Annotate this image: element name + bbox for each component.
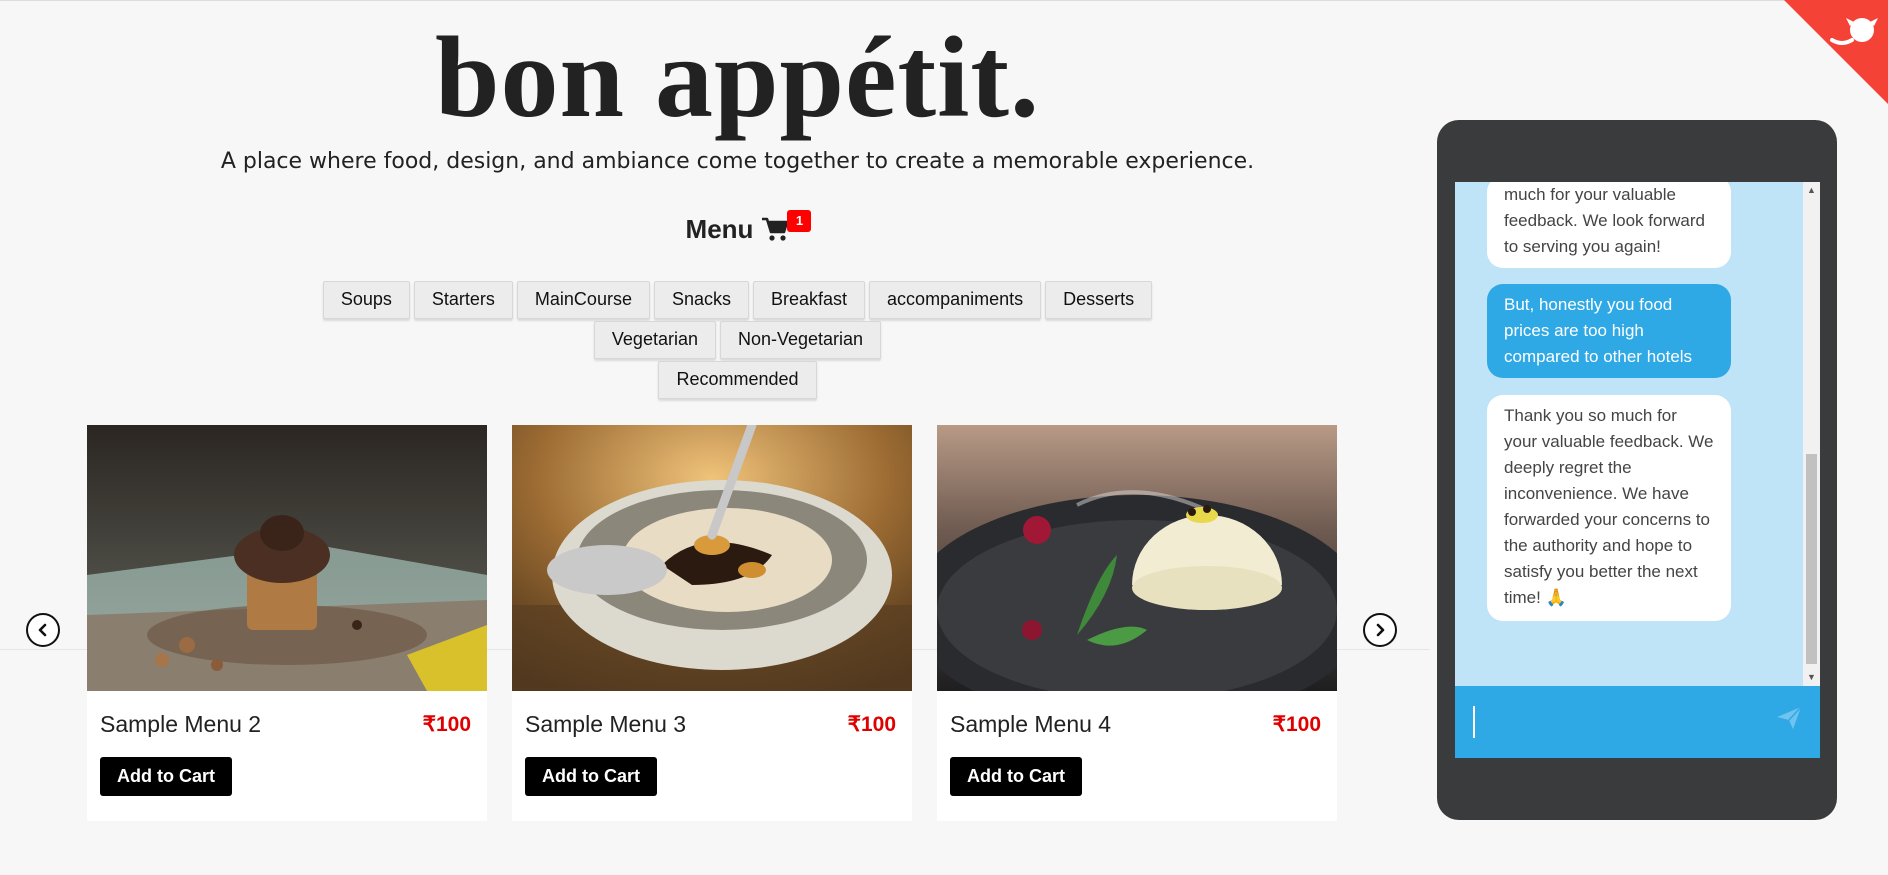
cart-icon xyxy=(762,217,789,241)
filter-non-vegetarian[interactable]: Non-Vegetarian xyxy=(719,321,882,359)
card-title: Sample Menu 3 xyxy=(525,711,687,737)
ice-cream-bowl-photo xyxy=(512,425,912,691)
user-message: But, honestly you food prices are too hi… xyxy=(1487,284,1731,378)
menu-card: Sample Menu 3 ₹100 Add to Cart xyxy=(512,425,912,821)
card-price: ₹100 xyxy=(1272,713,1321,736)
cart-button[interactable]: 1 xyxy=(761,209,812,244)
tagline: A place where food, design, and ambiance… xyxy=(220,149,1255,174)
chevron-left-icon xyxy=(38,623,47,637)
add-to-cart-button[interactable]: Add to Cart xyxy=(100,757,232,796)
add-to-cart-button[interactable]: Add to Cart xyxy=(525,757,657,796)
filter-soups[interactable]: Soups xyxy=(322,281,410,319)
filter-accompaniments[interactable]: accompaniments xyxy=(869,281,1042,319)
brand-title: bon appétit. xyxy=(434,14,1041,142)
send-icon[interactable] xyxy=(1776,706,1802,730)
chat-messages[interactable]: much for your valuable feedback. We look… xyxy=(1455,182,1820,686)
category-filters-row-1: Soups Starters MainCourse Snacks Breakfa… xyxy=(0,281,1475,319)
menu-card: Sample Menu 4 ₹100 Add to Cart xyxy=(937,425,1337,821)
menu-card: Sample Menu 2 ₹100 Add to Cart xyxy=(87,425,487,821)
filter-maincourse[interactable]: MainCourse xyxy=(516,281,650,319)
card-title: Sample Menu 4 xyxy=(950,711,1112,737)
card-title: Sample Menu 2 xyxy=(100,711,262,737)
chat-input-bar xyxy=(1455,686,1820,758)
bot-message: much for your valuable feedback. We look… xyxy=(1487,182,1731,268)
filter-breakfast[interactable]: Breakfast xyxy=(753,281,866,319)
cart-count-badge: 1 xyxy=(787,209,812,232)
chat-scrollbar[interactable]: ▲ ▼ xyxy=(1803,182,1820,686)
filter-desserts[interactable]: Desserts xyxy=(1045,281,1153,319)
carousel-prev-button[interactable] xyxy=(26,613,60,647)
filter-recommended[interactable]: Recommended xyxy=(658,361,817,399)
panna-cotta-photo xyxy=(937,425,1337,691)
muffin-photo xyxy=(87,425,487,691)
chat-widget: much for your valuable feedback. We look… xyxy=(1437,120,1837,820)
menu-heading-row: Menu 1 xyxy=(0,209,1475,245)
top-border xyxy=(0,0,1888,1)
category-filters-row-2: Vegetarian Non-Vegetarian xyxy=(0,321,1475,359)
card-price: ₹100 xyxy=(422,713,471,736)
filter-snacks[interactable]: Snacks xyxy=(653,281,749,319)
chevron-right-icon xyxy=(1376,623,1385,637)
card-price: ₹100 xyxy=(847,713,896,736)
filter-vegetarian[interactable]: Vegetarian xyxy=(593,321,716,359)
category-filters-row-3: Recommended xyxy=(0,361,1475,399)
carousel-next-button[interactable] xyxy=(1363,613,1397,647)
scroll-up-arrow[interactable]: ▲ xyxy=(1803,182,1820,199)
scroll-thumb[interactable] xyxy=(1806,454,1817,664)
add-to-cart-button[interactable]: Add to Cart xyxy=(950,757,1082,796)
bot-message: Thank you so much for your valuable feed… xyxy=(1487,395,1731,621)
chat-input[interactable] xyxy=(1473,706,1773,738)
filter-starters[interactable]: Starters xyxy=(413,281,513,319)
github-corner-link[interactable] xyxy=(1784,0,1888,104)
scroll-down-arrow[interactable]: ▼ xyxy=(1803,669,1820,686)
menu-label: Menu xyxy=(685,214,754,244)
